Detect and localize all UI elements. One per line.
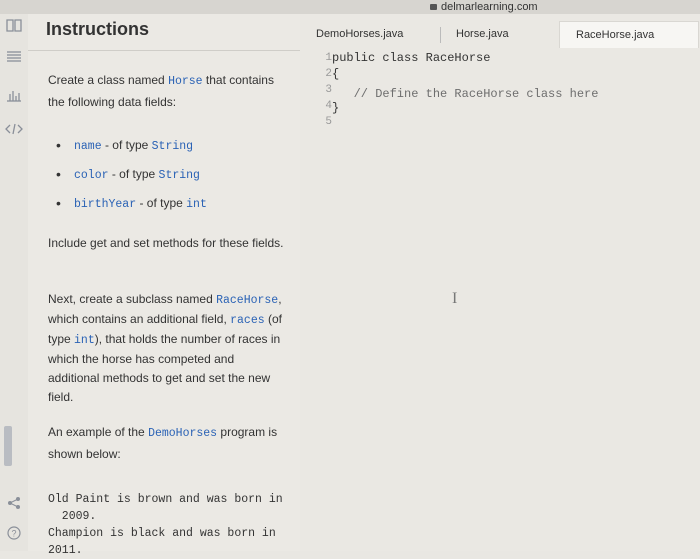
code-line-2[interactable]: { <box>332 67 339 81</box>
code-icon[interactable] <box>4 122 24 142</box>
field-type: int <box>74 334 95 347</box>
subclass-paragraph: Next, create a subclass named RaceHorse,… <box>48 290 288 407</box>
code-line-3[interactable]: // Define the RaceHorse class here <box>332 87 599 101</box>
list-item: color - of type String <box>48 160 288 189</box>
example-paragraph: An example of the DemoHorses program is … <box>48 422 288 464</box>
field-type: int <box>186 198 207 211</box>
svg-text:?: ? <box>11 529 16 539</box>
code-line-4[interactable]: } <box>332 101 339 115</box>
browser-top-bar: delmarlearning.com <box>0 0 700 15</box>
line-number: 1 <box>325 52 332 64</box>
bar-chart-icon[interactable] <box>4 88 24 108</box>
tab-racehorse[interactable]: RaceHorse.java <box>559 21 699 48</box>
rail-scroll-indicator <box>4 426 12 466</box>
sub-text: Next, create a subclass named <box>48 292 217 306</box>
book-icon[interactable] <box>4 18 24 38</box>
field-sep: - of type <box>108 167 159 181</box>
example-output-1: Old Paint is brown and was born in 2009. <box>48 493 283 523</box>
file-tabs: DemoHorses.java Horse.java RaceHorse.jav… <box>300 21 700 48</box>
help-icon[interactable]: ? <box>4 526 24 546</box>
share-icon[interactable] <box>4 496 24 516</box>
class-name-horse: Horse <box>168 75 203 88</box>
field-races: races <box>230 314 265 327</box>
field-sep: - of type <box>136 196 187 210</box>
tab-demohorses[interactable]: DemoHorses.java <box>300 21 426 47</box>
code-editor: DemoHorses.java Horse.java RaceHorse.jav… <box>300 14 700 551</box>
code-line-1[interactable]: public class RaceHorse <box>332 51 490 65</box>
field-name: birthYear <box>74 198 137 211</box>
class-name-racehorse: RaceHorse <box>216 294 279 307</box>
text-cursor-icon: I <box>452 290 458 307</box>
line-number: 2 <box>325 68 332 80</box>
list-item: name - of type String <box>48 131 288 160</box>
field-sep: - of type <box>101 138 152 152</box>
line-number: 5 <box>325 116 332 128</box>
instructions-title: Instructions <box>46 19 150 39</box>
field-type: String <box>158 169 200 182</box>
line-number-gutter: 1 2 3 4 5 <box>314 52 334 132</box>
intro-paragraph: Create a class named Horse that contains… <box>48 70 288 112</box>
list-item: birthYear - of type int <box>48 189 288 218</box>
getset-paragraph: Include get and set methods for these fi… <box>48 236 284 250</box>
intro-text: Create a class named <box>48 73 169 87</box>
line-number: 3 <box>325 84 332 96</box>
field-list: name - of type String color - of type St… <box>48 131 288 218</box>
tab-horse[interactable]: Horse.java <box>440 21 556 47</box>
instructions-header: Instructions <box>28 14 300 51</box>
list-icon[interactable] <box>4 50 24 70</box>
lock-icon <box>430 4 437 10</box>
line-number: 4 <box>325 100 332 112</box>
field-name: color <box>74 169 109 182</box>
class-name-demohorses: DemoHorses <box>148 427 218 440</box>
field-type: String <box>151 140 194 153</box>
field-name: name <box>74 140 102 153</box>
example-output-2: Champion is black and was born in 2011. <box>48 527 276 557</box>
url-display[interactable]: delmarlearning.com <box>430 0 538 14</box>
sidebar-rail: ? <box>0 14 29 551</box>
example-text: An example of the <box>48 425 149 439</box>
url-text: delmarlearning.com <box>441 1 538 13</box>
instructions-panel: Instructions Create a class named Horse … <box>28 14 301 557</box>
